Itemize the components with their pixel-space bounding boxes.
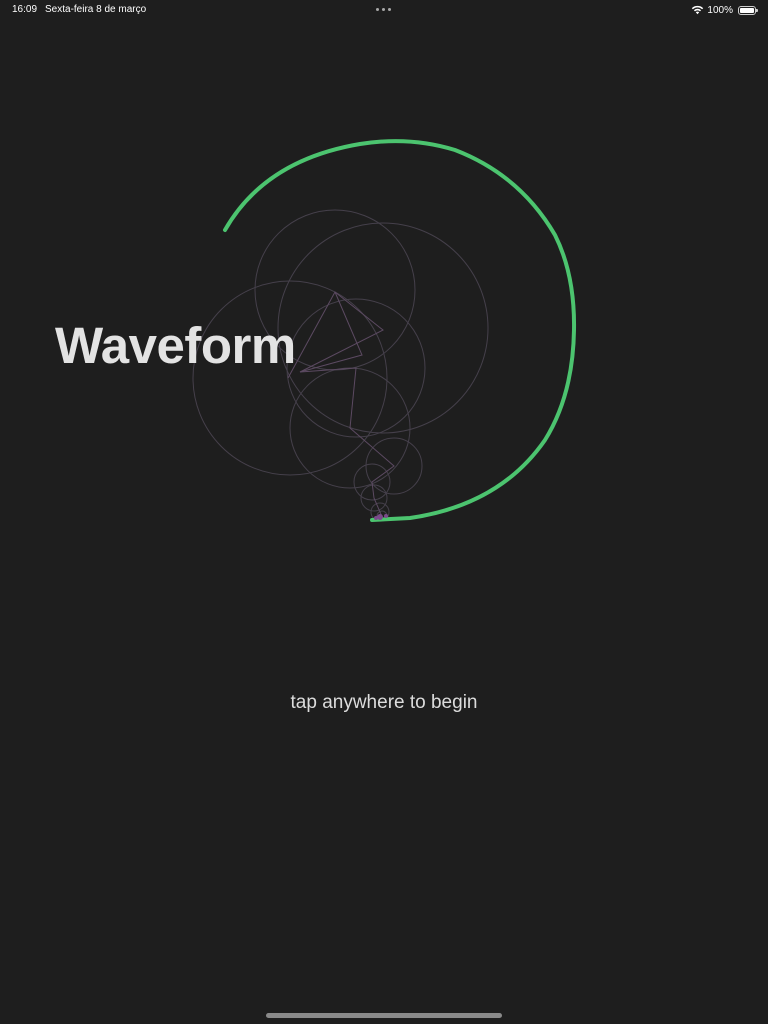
tap-to-begin-prompt[interactable]: tap anywhere to begin <box>0 692 768 714</box>
epicycle-arm <box>287 291 395 518</box>
home-indicator[interactable] <box>266 1013 502 1018</box>
epicycle-circle <box>277 222 489 434</box>
waveform-visualization <box>192 139 577 522</box>
app-screen[interactable]: 16:09 Sexta-feira 8 de março 100% Wavefo… <box>0 0 768 1024</box>
epicycle-arms <box>287 291 395 518</box>
app-title: Waveform <box>55 317 296 374</box>
